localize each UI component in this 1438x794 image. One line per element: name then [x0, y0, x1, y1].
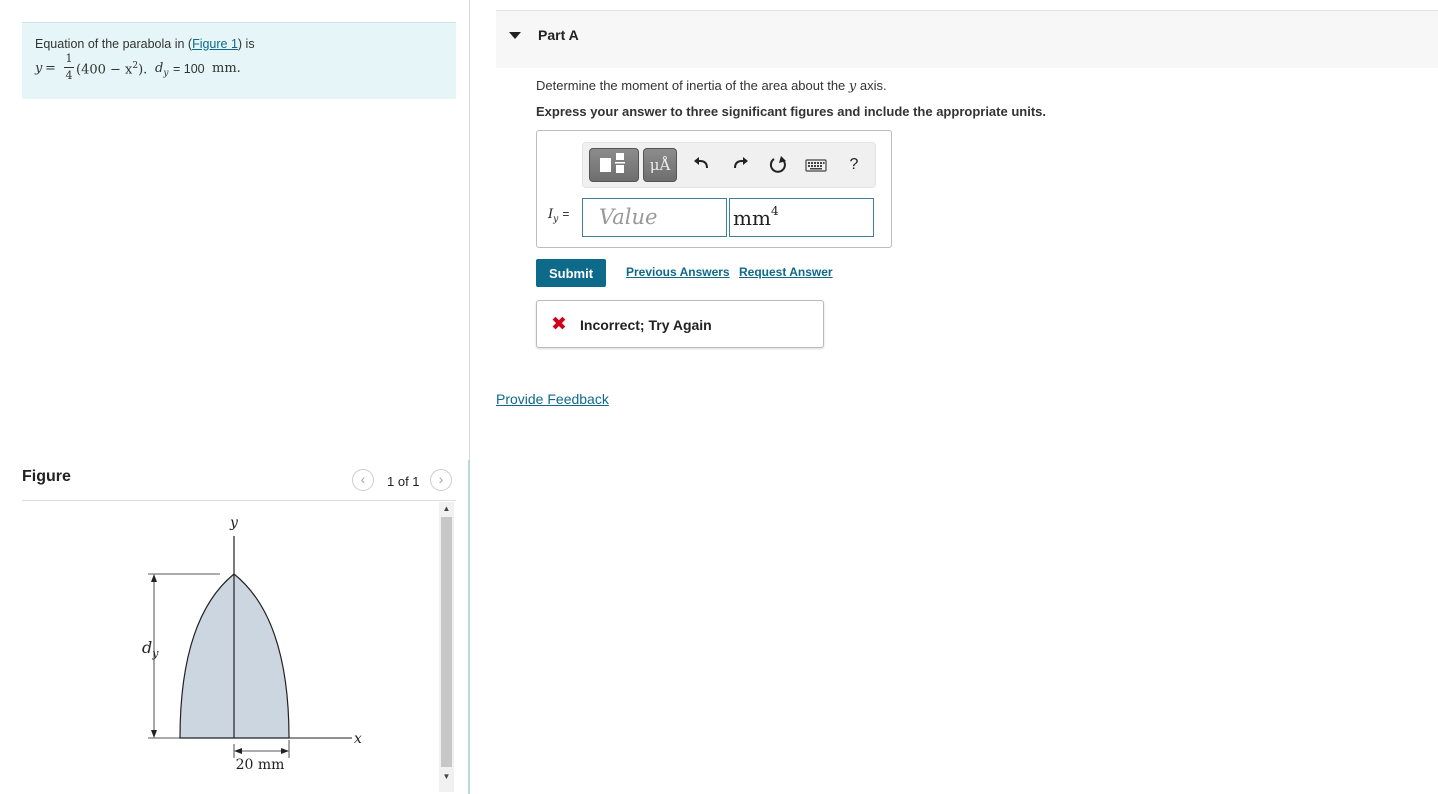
value-input[interactable]: Value	[582, 198, 727, 237]
figure-scroll-thumb[interactable]	[441, 517, 452, 767]
scroll-up-arrow-icon[interactable]: ▲	[441, 504, 452, 513]
collapse-caret-icon[interactable]	[509, 32, 521, 39]
answer-instruction: Express your answer to three significant…	[536, 104, 1046, 119]
eq-dy-value: = 100	[173, 62, 205, 76]
figure-dy-label: dy	[142, 638, 159, 660]
eq-denominator: 4	[65, 69, 73, 82]
answer-variable-label: Iy =	[548, 207, 570, 225]
figure-counter: 1 of 1	[387, 474, 420, 489]
previous-answers-link[interactable]: Previous Answers	[626, 265, 730, 279]
feedback-text: Incorrect; Try Again	[580, 317, 712, 333]
figure-link[interactable]: Figure 1	[192, 37, 238, 51]
dy-arrow-bottom	[151, 730, 157, 738]
answer-entry-box: μÅ ? Iy = Value mm4	[536, 130, 892, 248]
statement-suffix: ) is	[237, 37, 255, 51]
undo-icon[interactable]	[688, 151, 716, 179]
eq-numerator: 1	[65, 52, 73, 65]
figure-x-label: x	[354, 731, 362, 747]
eq-body: (400 − x2).	[76, 61, 148, 78]
eq-y: y	[35, 61, 43, 76]
request-answer-link[interactable]: Request Answer	[739, 265, 833, 279]
part-a-header[interactable]: Part A	[496, 10, 1438, 68]
statement-prefix: Equation of the parabola in (	[35, 37, 193, 51]
eq-unit: mm.	[212, 61, 241, 76]
provide-feedback-link[interactable]: Provide Feedback	[496, 391, 609, 407]
keyboard-icon[interactable]	[802, 151, 830, 179]
units-button[interactable]: μÅ	[643, 148, 677, 182]
figure-drawing	[148, 536, 352, 758]
help-button[interactable]: ?	[840, 151, 868, 179]
x-mark-icon: ✖	[551, 314, 567, 335]
problem-info-box: Equation of the parabola in (Figure 1) i…	[22, 22, 456, 99]
templates-button[interactable]	[589, 148, 639, 182]
submit-button[interactable]: Submit	[536, 259, 606, 287]
fraction-bar	[64, 67, 74, 68]
chevron-left-icon: ‹	[360, 471, 366, 487]
problem-statement: Equation of the parabola in (Figure 1) i…	[35, 37, 255, 51]
eq-dy: dy	[155, 61, 169, 79]
width-arrow-left	[234, 748, 242, 754]
units-input[interactable]: mm4	[729, 198, 874, 237]
figure-next-button[interactable]: ›	[430, 469, 452, 491]
parabola-figure: y x dy 20 mm	[142, 515, 362, 773]
dy-arrow-top	[151, 574, 157, 582]
figure-prev-button[interactable]: ‹	[352, 469, 374, 491]
figure-divider	[22, 500, 456, 501]
figure-y-label: y	[229, 515, 239, 531]
templates-icon	[600, 153, 625, 173]
feedback-message-box: ✖ Incorrect; Try Again	[536, 300, 824, 348]
redo-icon[interactable]	[726, 151, 754, 179]
width-arrow-right	[281, 748, 289, 754]
figure-title: Figure	[22, 468, 71, 485]
reset-icon[interactable]	[764, 151, 792, 179]
figure-width-label: 20 mm	[236, 757, 285, 773]
pane-divider-accent	[468, 460, 470, 794]
part-title: Part A	[538, 27, 579, 43]
eq-equals: =	[45, 61, 56, 76]
scroll-down-arrow-icon[interactable]: ▼	[441, 772, 452, 781]
chevron-right-icon: ›	[438, 471, 444, 487]
question-text: Determine the moment of inertia of the a…	[536, 78, 887, 94]
parabola-equation: y = 1 4 (400 − x2). dy = 100 mm.	[35, 53, 455, 85]
math-toolbar: μÅ ?	[582, 142, 876, 188]
